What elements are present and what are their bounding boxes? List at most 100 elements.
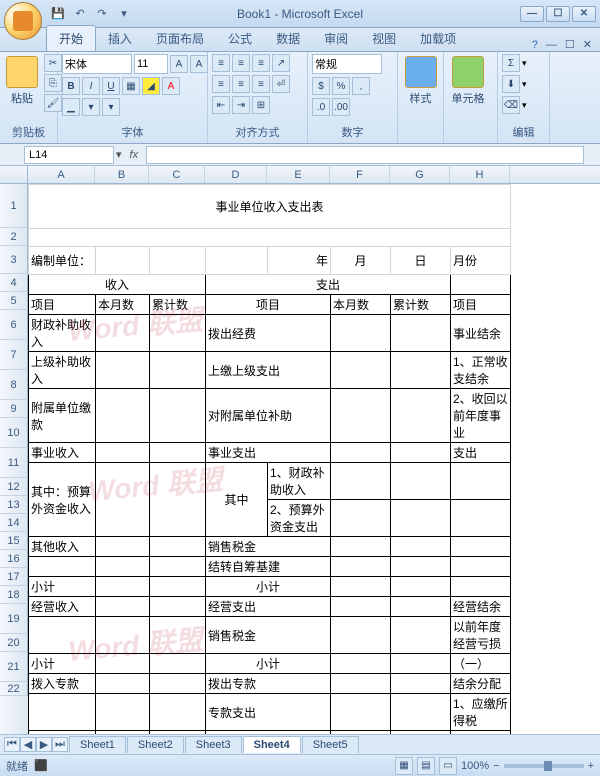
cell[interactable] [96,694,150,731]
sheet-tab-active[interactable]: Sheet4 [243,736,301,753]
cell[interactable]: 销售税金 [206,537,331,557]
cell[interactable] [331,654,391,674]
formula-bar[interactable] [146,146,584,164]
clear-icon[interactable]: ⌫ [502,96,520,114]
cell[interactable]: 月份 [451,247,511,275]
font-size-combo[interactable]: 11 [134,54,168,74]
cell[interactable]: 经营支出 [206,597,331,617]
cell[interactable] [150,674,206,694]
cell[interactable] [331,352,391,389]
cell[interactable] [150,654,206,674]
name-box[interactable]: L14 [24,146,114,164]
row-header[interactable]: 17 [0,568,28,586]
align-middle-icon[interactable]: ≡ [232,54,250,72]
tab-review[interactable]: 审阅 [312,26,360,51]
cell[interactable]: 其中 [206,463,268,537]
cell[interactable] [331,577,391,597]
border-button[interactable]: ▦ [122,77,140,95]
cell[interactable]: 小计 [29,577,96,597]
cell[interactable]: 其中：预算外资金收入 [29,463,96,537]
col-header[interactable]: D [205,166,267,183]
cell[interactable]: 事业收入 [29,443,96,463]
decrease-indent-icon[interactable]: ⇤ [212,96,230,114]
cell[interactable]: 收入 [29,275,206,295]
sheet-title[interactable]: 事业单位收入支出表 [29,185,511,229]
cell[interactable] [150,597,206,617]
row-header[interactable]: 20 [0,634,28,652]
cell[interactable] [451,577,511,597]
row-header[interactable]: 8 [0,370,28,400]
cell[interactable] [150,617,206,654]
minimize-button[interactable]: — [520,6,544,22]
cell[interactable]: 1、应缴所得税 [451,694,511,731]
cell[interactable] [331,315,391,352]
cell[interactable]: 编制单位： [29,247,96,275]
align-top-icon[interactable]: ≡ [212,54,230,72]
sheet-tab[interactable]: Sheet5 [302,736,359,753]
cell[interactable] [391,500,451,537]
view-layout-icon[interactable]: ▤ [417,757,435,775]
cell[interactable] [96,557,150,577]
cell[interactable]: 拨出专款 [206,674,331,694]
cell[interactable]: 日 [391,247,451,275]
border-bottom-icon[interactable]: ▁ [62,98,80,116]
cell[interactable]: 1、正常收支结余 [451,352,511,389]
row-header[interactable]: 21 [0,652,28,682]
close-ribbon-icon[interactable]: ✕ [583,38,592,51]
cell[interactable] [451,275,511,295]
cell[interactable]: 支出 [451,443,511,463]
cell[interactable] [150,731,206,735]
cell[interactable] [391,537,451,557]
tab-data[interactable]: 数据 [264,26,312,51]
cell[interactable] [331,389,391,443]
cell[interactable]: 附属单位缴款 [29,389,96,443]
fx-icon[interactable]: fx [130,149,139,161]
cell[interactable] [331,731,391,735]
cell[interactable]: 小计 [29,731,96,735]
row-header[interactable]: 6 [0,310,28,340]
align-bottom-icon[interactable]: ≡ [252,54,270,72]
sheet-nav-last-icon[interactable]: ⏭ [52,737,68,752]
cell[interactable] [96,247,150,275]
cell[interactable] [96,617,150,654]
cell[interactable] [331,674,391,694]
cell[interactable]: 年 [268,247,331,275]
cell[interactable] [391,694,451,731]
cell[interactable] [150,463,206,537]
row-header[interactable]: 2 [0,228,28,246]
col-header[interactable]: A [28,166,95,183]
cell[interactable]: 以前年度经营亏损 [451,617,511,654]
cell[interactable] [451,463,511,500]
styles-button[interactable]: 样式 [402,54,439,108]
col-header[interactable]: H [450,166,510,183]
cell[interactable]: 上级补助收入 [29,352,96,389]
cell[interactable] [391,617,451,654]
bold-button[interactable]: B [62,77,80,95]
select-all-corner[interactable] [0,166,28,183]
cell[interactable] [150,557,206,577]
sheet-table[interactable]: 事业单位收入支出表 编制单位： 年 月 日 月份 收入 支出 [28,184,511,734]
cell[interactable]: 小计 [206,654,331,674]
cell[interactable] [150,389,206,443]
cell[interactable] [331,537,391,557]
cell[interactable]: 拨出经费 [206,315,331,352]
row-header[interactable]: 15 [0,532,28,550]
cell[interactable] [150,247,206,275]
cell[interactable]: 财政补助收入 [29,315,96,352]
increase-decimal-icon[interactable]: .0 [312,98,330,116]
sheet-tab[interactable]: Sheet1 [69,736,126,753]
namebox-dropdown-icon[interactable]: ▾ [116,148,122,161]
sheet-nav-first-icon[interactable]: ⏮ [4,737,20,752]
fill-down-icon[interactable]: ⬇ [502,75,520,93]
cell[interactable] [331,463,391,500]
comma-icon[interactable]: , [352,77,370,95]
cell[interactable]: 拨入专款 [29,674,96,694]
cell[interactable]: 结余分配 [451,674,511,694]
cell[interactable]: 经营收入 [29,597,96,617]
tab-addins[interactable]: 加载项 [408,26,468,51]
paste-button[interactable]: 粘贴 [4,54,40,108]
percent-icon[interactable]: % [332,77,350,95]
cell[interactable] [391,731,451,735]
sheet-nav-prev-icon[interactable]: ◀ [20,737,36,752]
cell[interactable]: 累计数 [391,295,451,315]
